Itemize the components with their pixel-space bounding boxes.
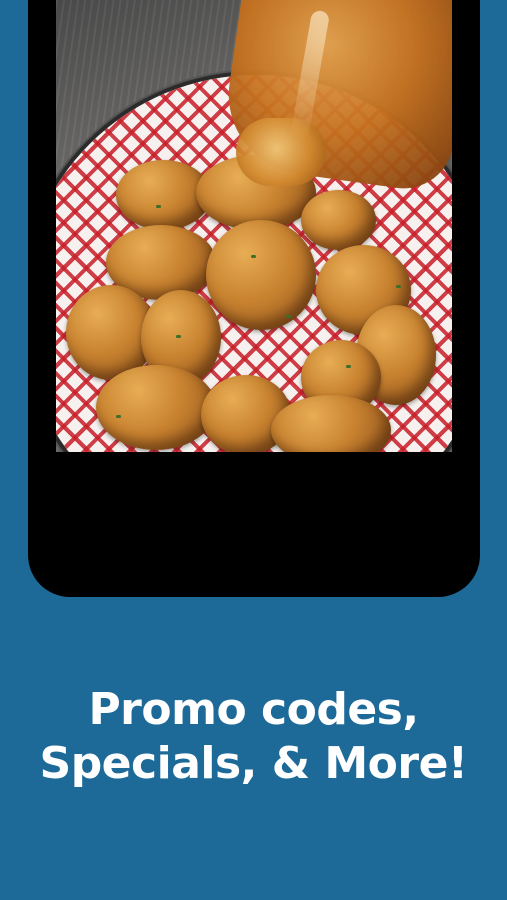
food-photo xyxy=(56,0,452,452)
phone-mockup xyxy=(28,0,480,597)
fried-shrimp-pile xyxy=(56,155,436,452)
bottle-neck xyxy=(236,118,326,186)
caption-line-1: Promo codes, xyxy=(88,684,419,735)
promo-caption: Promo codes, Specials, & More! xyxy=(0,683,507,791)
caption-line-2: Specials, & More! xyxy=(39,738,469,789)
promo-screen: Promo codes, Specials, & More! xyxy=(0,0,507,900)
